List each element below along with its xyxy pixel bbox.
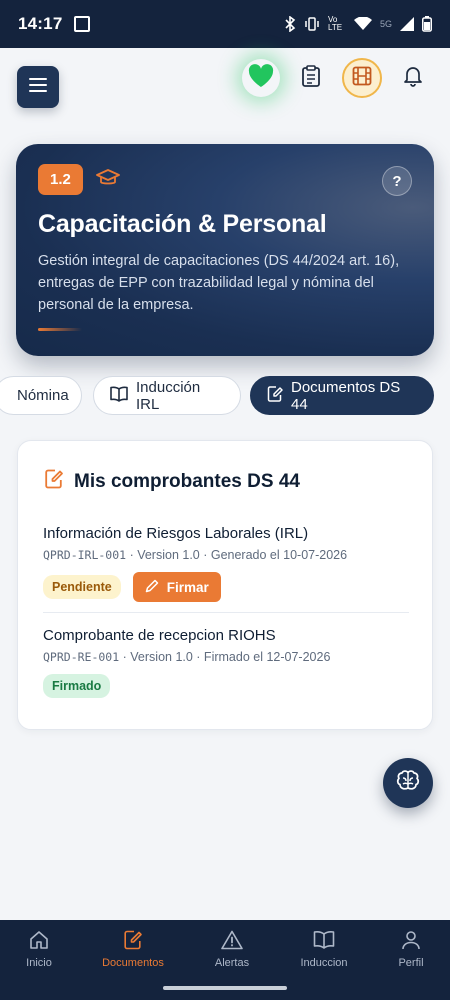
film-icon: [352, 66, 372, 91]
notification-icon: [74, 16, 91, 32]
book-icon: [110, 386, 128, 406]
document-meta-text: · Version 1.0 · Firmado el 12-07-2026: [119, 650, 331, 664]
nav-induccion[interactable]: Induccion: [279, 930, 369, 969]
tab-nomina[interactable]: Nómina: [0, 376, 82, 415]
nav-perfil[interactable]: Perfil: [366, 930, 450, 969]
warning-icon: [221, 930, 243, 953]
bluetooth-icon: [284, 16, 296, 32]
wifi-icon: [353, 17, 372, 31]
book-icon: [313, 930, 335, 953]
hamburger-icon: [29, 77, 47, 97]
status-badge-pending: Pendiente: [43, 575, 121, 599]
user-icon: [401, 930, 421, 953]
nav-label: Inicio: [26, 957, 52, 969]
accent-line: [38, 328, 82, 331]
notifications-button[interactable]: [394, 59, 432, 97]
nav-alertas[interactable]: Alertas: [187, 930, 277, 969]
brain-icon: [395, 769, 421, 798]
home-icon: [29, 930, 49, 953]
status-bar: 14:17 Vo LTE 5G: [0, 0, 450, 48]
document-code: QPRD-IRL-001: [43, 548, 127, 562]
card-title-text: Mis comprobantes DS 44: [74, 471, 300, 492]
clipboard-icon: [301, 64, 321, 92]
tab-label: Documentos DS 44: [291, 378, 401, 413]
document-meta: QPRD-IRL-001 · Version 1.0 · Generado el…: [43, 548, 409, 562]
health-status-button[interactable]: [242, 59, 280, 97]
menu-button[interactable]: [17, 66, 59, 108]
document-name: Información de Riesgos Laborales (IRL): [43, 525, 309, 542]
network-5g-label: 5G: [379, 19, 392, 29]
help-button[interactable]: ?: [382, 166, 412, 196]
nav-label: Alertas: [214, 957, 250, 969]
sign-button[interactable]: Firmar: [132, 572, 221, 602]
document-meta-text: · Version 1.0 · Generado el 10-07-2026: [126, 548, 348, 562]
sign-button-label: Firmar: [166, 579, 209, 595]
battery-icon: [422, 16, 432, 32]
status-badge-signed: Firmado: [43, 674, 111, 698]
ai-assistant-button[interactable]: [383, 758, 433, 808]
heart-icon: [248, 63, 274, 93]
document-name: Comprobante de recepcion RIOHS: [43, 627, 276, 644]
section-number-badge: 1.2: [38, 164, 83, 195]
volte-label: Vo LTE: [327, 15, 343, 32]
document-meta: QPRD-RE-001 · Version 1.0 · Firmado el 1…: [43, 650, 409, 664]
document-item: Comprobante de recepcion RIOHS QPRD-RE-0…: [43, 627, 409, 698]
nav-documentos[interactable]: Documentos: [88, 930, 178, 969]
app-header: [0, 48, 450, 130]
section-hero-card: 1.2 ? Capacitación & Personal Gestión in…: [16, 144, 434, 356]
tab-label: Nómina: [17, 387, 69, 404]
vibrate-icon: [304, 17, 320, 31]
section-tabs: Nómina Inducción IRL Documentos DS 44: [0, 376, 450, 416]
tab-documentos-ds44[interactable]: Documentos DS 44: [250, 376, 434, 415]
document-item: Información de Riesgos Laborales (IRL) Q…: [43, 525, 409, 602]
document-edit-icon: [123, 930, 143, 953]
nav-label: Induccion: [300, 957, 348, 969]
divider: [43, 612, 409, 613]
document-edit-icon: [267, 385, 283, 406]
document-edit-icon: [44, 469, 64, 495]
home-indicator[interactable]: [163, 986, 287, 990]
video-button[interactable]: [342, 58, 382, 98]
pencil-icon: [145, 579, 159, 596]
bell-icon: [403, 65, 423, 92]
clipboard-button[interactable]: [292, 59, 330, 97]
documents-card: Mis comprobantes DS 44 Información de Ri…: [17, 440, 433, 730]
graduation-cap-icon: [96, 168, 120, 193]
nav-label: Documentos: [102, 957, 164, 969]
section-description: Gestión integral de capacitaciones (DS 4…: [38, 253, 400, 313]
tab-induccion-irl[interactable]: Inducción IRL: [93, 376, 241, 415]
nav-inicio[interactable]: Inicio: [0, 930, 84, 969]
document-code: QPRD-RE-001: [43, 650, 120, 664]
section-title: Capacitación & Personal: [38, 210, 327, 238]
signal-icon: [400, 17, 414, 31]
card-title: Mis comprobantes DS 44: [44, 469, 300, 495]
tab-label: Inducción IRL: [136, 378, 201, 413]
nav-label: Perfil: [398, 957, 424, 969]
status-time: 14:17: [18, 14, 63, 33]
